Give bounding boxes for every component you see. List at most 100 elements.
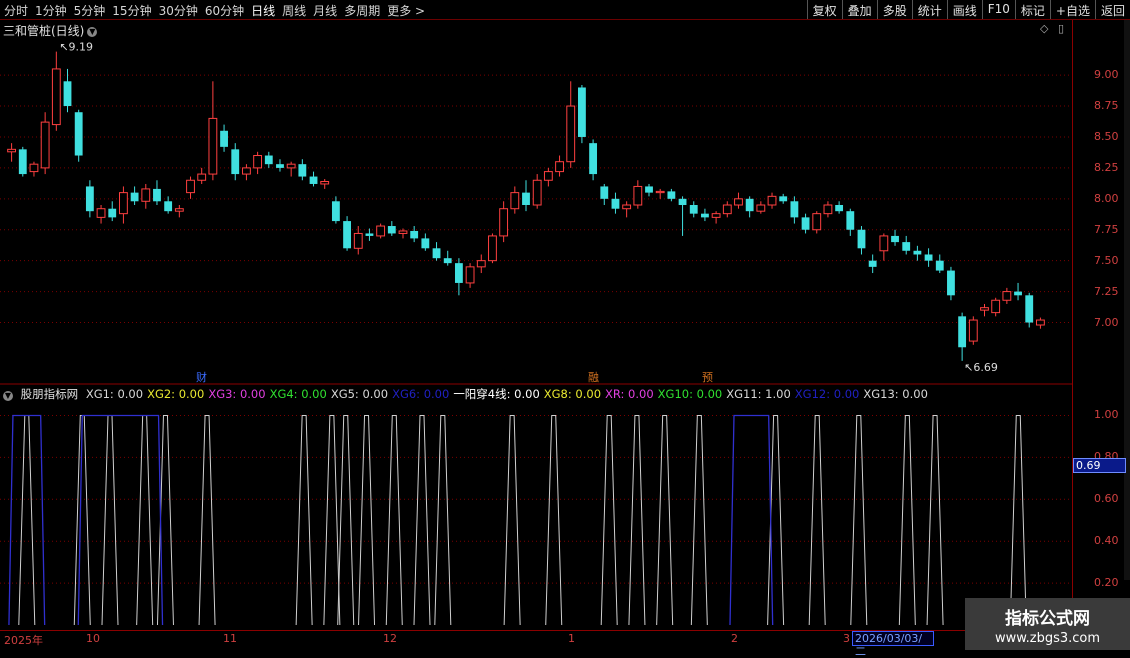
candle-body: [790, 201, 799, 218]
candle-body: [242, 167, 251, 175]
candle-body: [454, 263, 463, 283]
signal-pulse: [1009, 414, 1027, 626]
candle-body: [1014, 291, 1022, 296]
price-tick: 8.00: [1094, 191, 1119, 205]
candle-body: [96, 208, 106, 218]
price-tick: 8.50: [1094, 129, 1119, 143]
candle-body: [331, 201, 340, 222]
candle-body: [108, 208, 117, 218]
action-button-8[interactable]: 返回: [1094, 0, 1130, 19]
date-tick: 1: [568, 632, 575, 645]
candle-body: [958, 316, 967, 348]
candle-body: [611, 198, 620, 209]
candle-body: [857, 229, 866, 249]
indicator-value-10: XG11: 1.00: [726, 387, 791, 401]
candle-body: [231, 149, 240, 175]
selected-date: 2026/03/03/二: [852, 631, 934, 658]
candle-body: [779, 196, 788, 202]
price-tick: 7.00: [1094, 315, 1119, 329]
candle-body: [164, 201, 173, 212]
indicator-tick: 0.20: [1094, 576, 1119, 590]
indicator-value-12: XG13: 0.00: [863, 387, 928, 401]
candle-body: [353, 232, 363, 249]
signal-pulse: [413, 414, 431, 626]
candle-body: [141, 188, 151, 202]
signal-pulse: [323, 414, 341, 626]
price-tick: 9.00: [1094, 68, 1119, 82]
candle-body: [253, 155, 263, 169]
signal-pulse: [198, 414, 216, 626]
current-value-badge: 0.69: [1073, 458, 1126, 473]
candle-body: [711, 213, 721, 218]
candle-body: [443, 258, 452, 264]
right-strip: [1124, 20, 1130, 580]
signal-pulse: [358, 414, 376, 626]
signal-band: [729, 414, 774, 626]
candle-body: [499, 208, 509, 237]
candle-body: [63, 81, 72, 107]
price-tick: 7.25: [1094, 284, 1119, 298]
indicator-tick: 0.60: [1094, 492, 1119, 506]
candle-body: [968, 319, 978, 342]
candle-body: [645, 186, 653, 193]
candle-body: [298, 164, 307, 177]
chevron-down-icon[interactable]: ▼: [3, 391, 13, 401]
indicator-tick: 0.40: [1094, 534, 1119, 548]
signal-pulse: [898, 414, 916, 626]
signal-pulse: [656, 414, 674, 626]
signal-pulse: [850, 414, 868, 626]
indicator-value-5: XG6: 0.00: [392, 387, 450, 401]
candle-body: [868, 260, 877, 267]
candle-body: [924, 254, 933, 261]
indicator-value-8: XR: 0.00: [605, 387, 654, 401]
date-tick: 12: [383, 632, 397, 645]
indicator-header: ▼ 股朋指标网 XG1: 0.00 XG2: 0.00 XG3: 0.00 XG4: …: [3, 386, 932, 402]
candle-body: [51, 68, 61, 126]
candle-body: [532, 179, 542, 206]
low-price-label: ↖6.69: [964, 361, 998, 374]
candle-body: [119, 192, 128, 215]
candle-body: [376, 225, 386, 237]
indicator-value-0: XG1: 0.00: [85, 387, 144, 401]
candle-body: [600, 186, 609, 199]
candle-body: [153, 188, 161, 202]
candle-body: [410, 230, 419, 239]
price-tick: 7.75: [1094, 222, 1119, 236]
candle-body: [309, 176, 318, 184]
candle-body: [913, 250, 922, 255]
candle-body: [633, 185, 643, 206]
signal-pulse: [690, 414, 708, 626]
candle-body: [130, 192, 139, 202]
indicator-value-6: 一阳穿4线: 0.00: [453, 387, 540, 401]
candle-body: [756, 204, 766, 212]
signal-pulse: [628, 414, 646, 626]
signal-pulse: [600, 414, 618, 626]
candle-body: [365, 233, 374, 236]
candle-body: [1002, 291, 1012, 301]
candle-body: [801, 217, 810, 230]
candle-body: [902, 242, 911, 251]
candle-body: [935, 260, 944, 271]
date-tick: 11: [223, 632, 237, 645]
signal-pulse: [337, 414, 355, 626]
indicator-value-11: XG12: 0.00: [794, 387, 860, 401]
indicator-value-4: XG5: 0.00: [330, 387, 389, 401]
candle-body: [320, 180, 330, 185]
signal-pulse: [503, 414, 521, 626]
indicator-value-7: XG8: 0.00: [543, 387, 602, 401]
candle-body: [745, 198, 754, 212]
indicator-name: 股朋指标网: [20, 387, 79, 401]
indicator-value-3: XG4: 0.00: [269, 387, 327, 401]
candle-body: [432, 248, 441, 259]
candle-body: [186, 179, 195, 194]
date-tick: 3: [843, 632, 850, 645]
signal-pulse: [295, 414, 313, 626]
candle-body: [667, 191, 676, 199]
candle-body: [980, 307, 989, 311]
signal-pulse: [156, 414, 174, 626]
candle-body: [522, 192, 530, 205]
candle-body: [197, 173, 207, 181]
event-marker: 融: [588, 371, 599, 384]
candle-body: [1025, 295, 1034, 323]
candle-body: [891, 235, 899, 243]
